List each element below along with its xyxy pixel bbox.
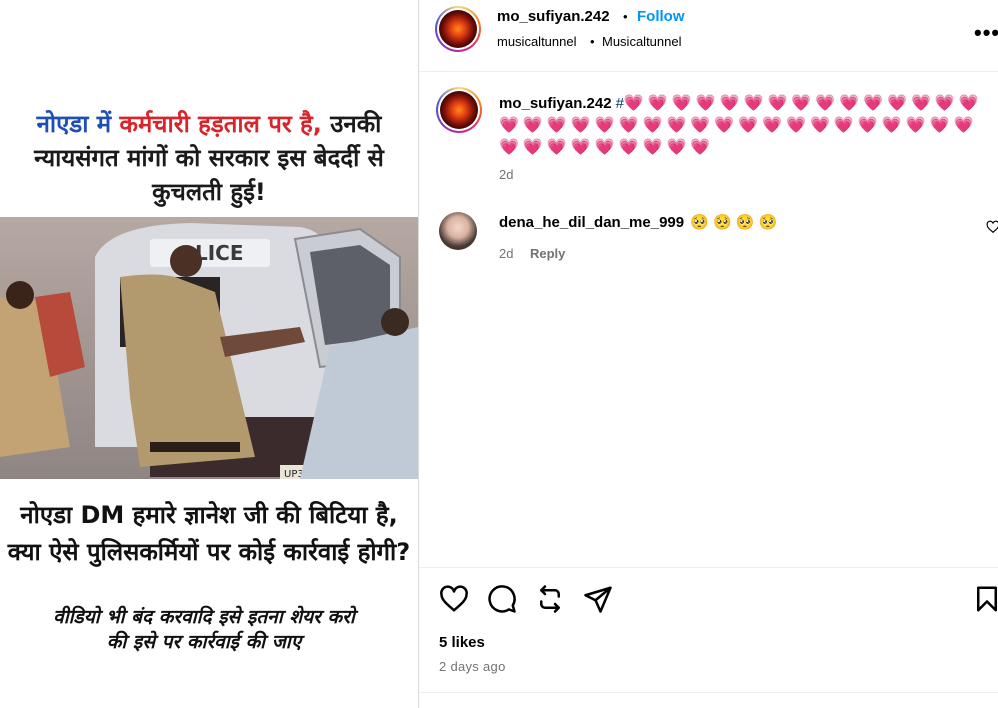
video-scene-image: LICE UP32 123: [0, 217, 418, 479]
header-dot: •: [623, 9, 628, 24]
media-bottom-subtext: वीडियो भी बंद करवादि इसे इतना शेयर करो क…: [4, 605, 404, 655]
commenter-avatar[interactable]: [439, 212, 477, 250]
media-subtext-line-1: वीडियो भी बंद करवादि इसे इतना शेयर करो: [53, 606, 355, 628]
headline-blue: नोएडा में: [36, 110, 112, 138]
audio-artist-link[interactable]: musicaltunnel: [497, 34, 577, 49]
comment-body: 🥺 🥺 🥺 🥺: [690, 214, 778, 231]
comment-time: 2d: [499, 246, 514, 261]
likes-count[interactable]: 5 likes: [439, 634, 485, 651]
comment-username[interactable]: dena_he_dil_dan_me_999: [499, 214, 684, 231]
caption: mo_sufiyan.242 #💗💗💗💗💗💗💗💗💗💗💗💗💗💗💗💗💗💗💗💗💗💗💗💗💗…: [499, 93, 989, 159]
heart-icon[interactable]: [439, 584, 469, 614]
post-media[interactable]: नोएडा में कर्मचारी हड़ताल पर है, उनकी न्…: [0, 0, 418, 708]
caption-time: 2d: [499, 167, 514, 182]
author-avatar[interactable]: [435, 6, 481, 52]
van-sign: LICE: [195, 241, 244, 265]
repost-icon[interactable]: [535, 584, 565, 614]
comment-heart-icon[interactable]: [986, 220, 998, 234]
caption-hashtag[interactable]: #: [616, 95, 624, 112]
video-frame[interactable]: LICE UP32 123: [0, 217, 418, 479]
media-divider: [418, 0, 419, 708]
comment: dena_he_dil_dan_me_999 🥺 🥺 🥺 🥺: [499, 213, 777, 233]
media-bottom-text: नोएडा DM हमारे ज्ञानेश जी की बिटिया है, …: [7, 501, 411, 566]
more-options-icon[interactable]: •••: [974, 20, 998, 46]
post-header: mo_sufiyan.242 • Follow musicaltunnel • …: [419, 0, 998, 72]
post-time-ago: 2 days ago: [439, 659, 506, 674]
comment-icon[interactable]: [487, 584, 517, 614]
author-username[interactable]: mo_sufiyan.242: [497, 8, 610, 25]
headline-red: कर्मचारी हड़ताल पर है,: [119, 110, 322, 138]
caption-username[interactable]: mo_sufiyan.242: [499, 95, 612, 112]
audio-dot: •: [590, 34, 595, 49]
media-headline: नोएडा में कर्मचारी हड़ताल पर है, उनकी न्…: [6, 107, 412, 209]
actions-divider: [419, 567, 998, 568]
footer-divider: [419, 692, 998, 693]
follow-button[interactable]: Follow: [637, 8, 685, 25]
comment-reply-button[interactable]: Reply: [530, 246, 565, 261]
media-subtext-line-2: की इसे पर कार्रवाई की जाए: [106, 631, 302, 653]
audio-track-link[interactable]: Musicaltunnel: [602, 34, 682, 49]
bookmark-icon[interactable]: [972, 584, 998, 614]
caption-avatar[interactable]: [436, 87, 482, 133]
share-icon[interactable]: [583, 584, 613, 614]
